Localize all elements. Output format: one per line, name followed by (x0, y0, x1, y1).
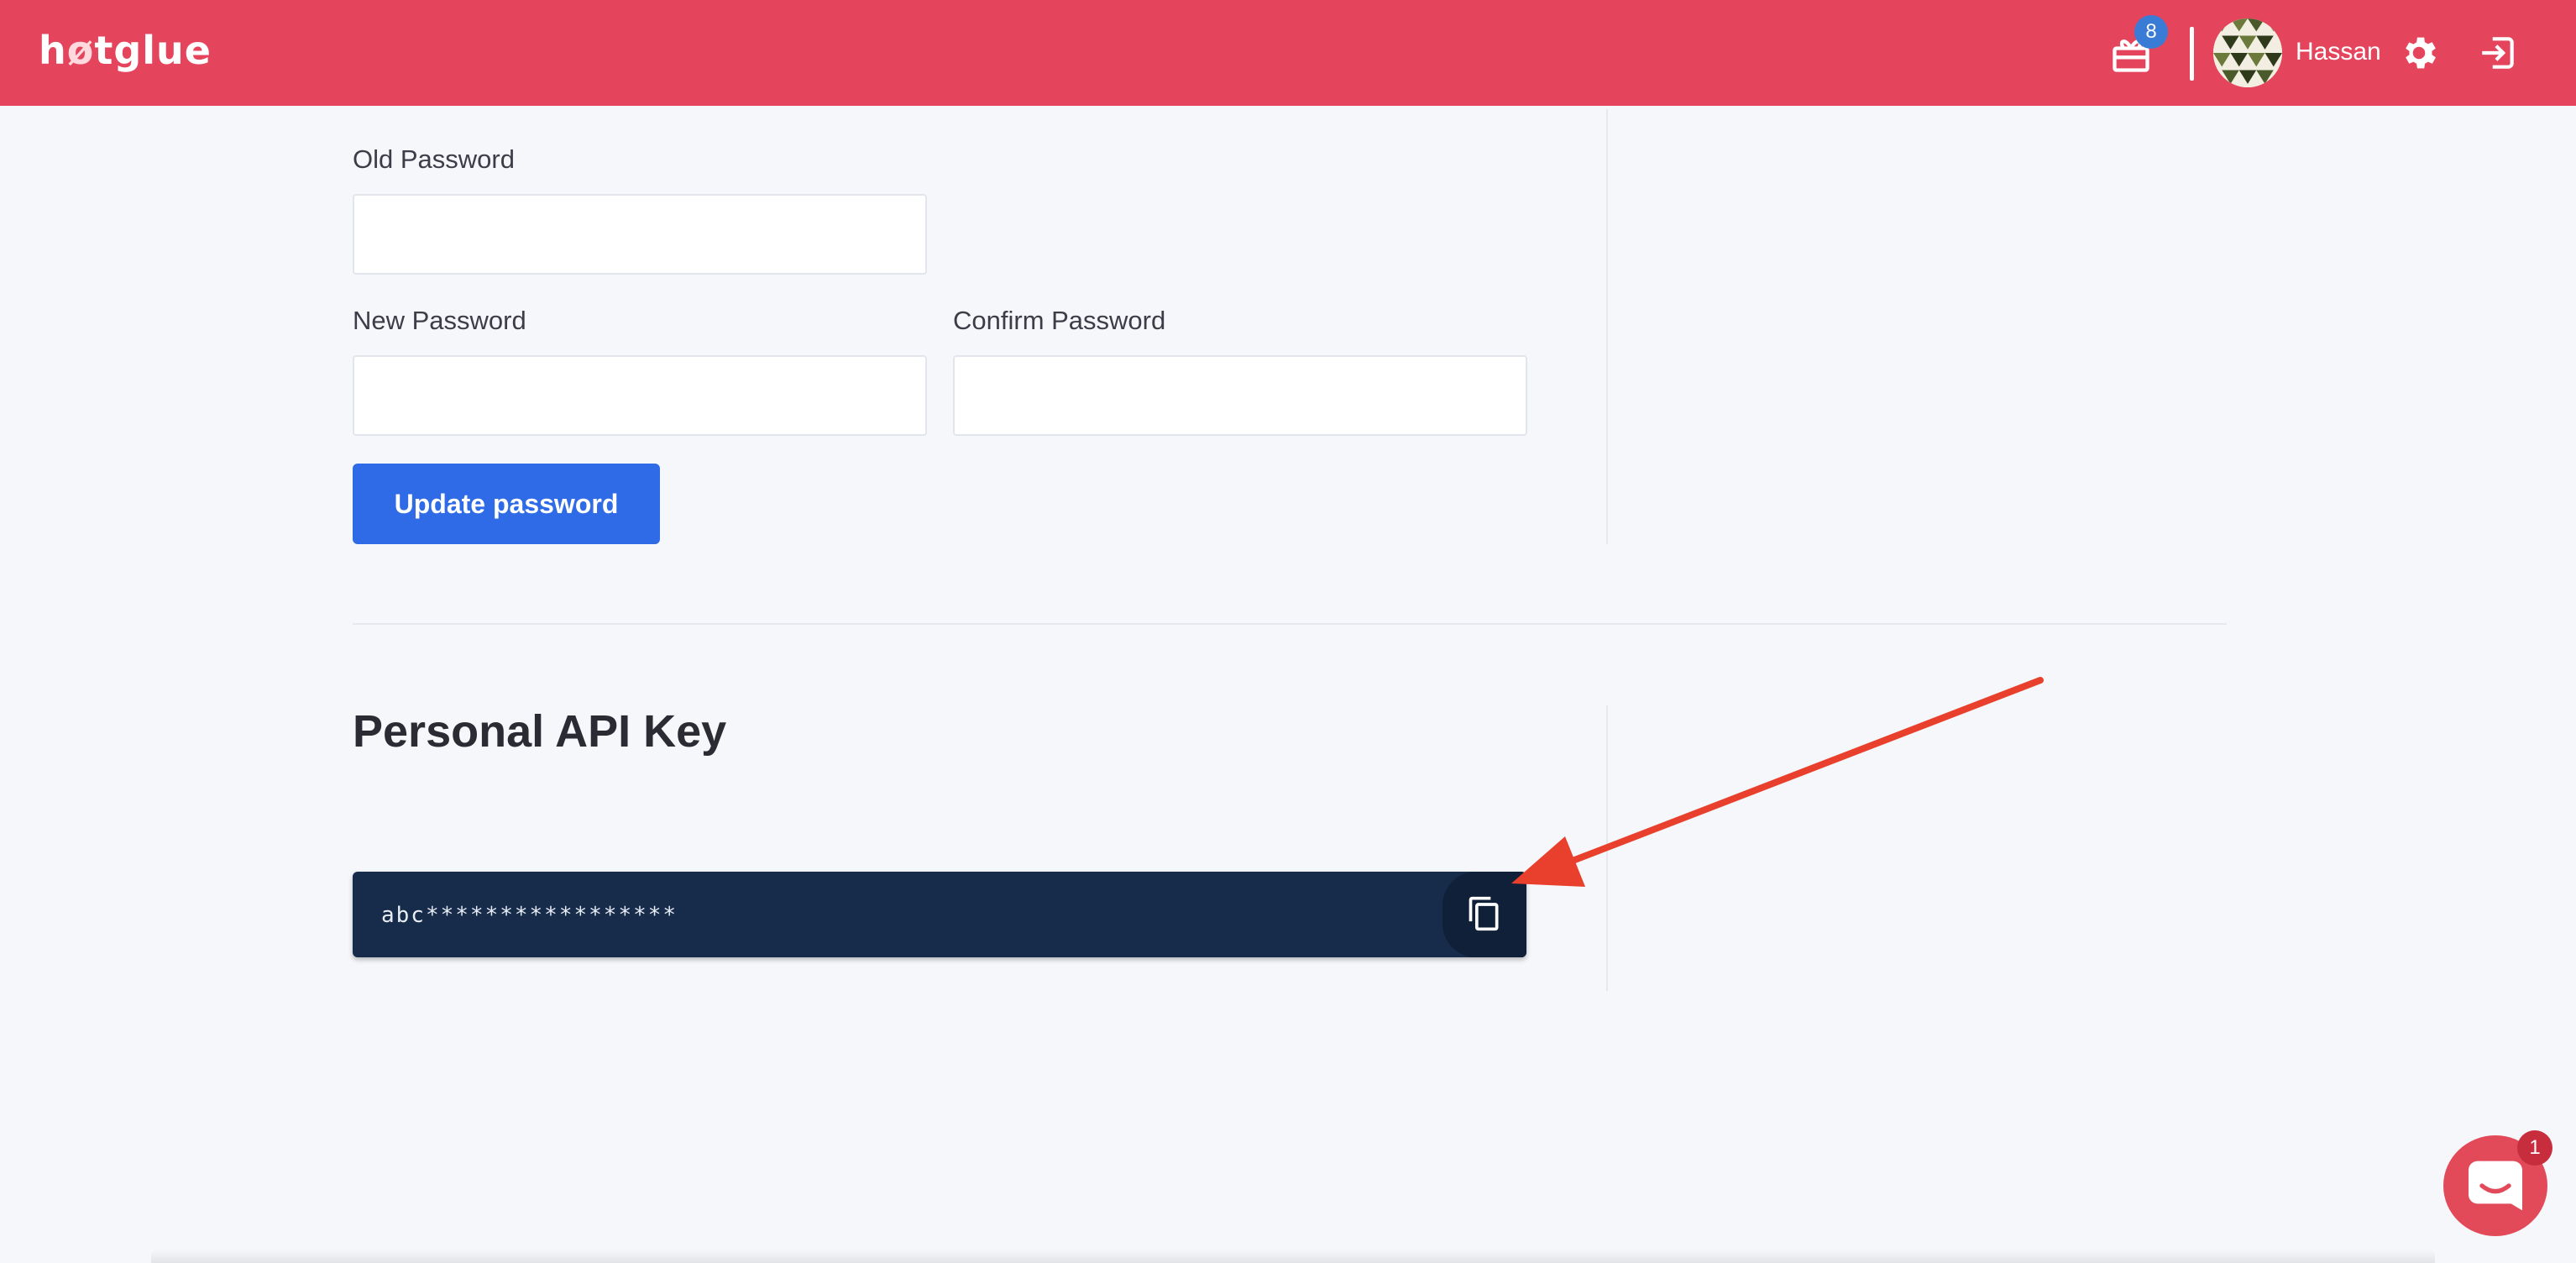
username-label[interactable]: Hassan (2296, 35, 2381, 69)
confirm-password-label: Confirm Password (953, 306, 1166, 335)
new-password-label: New Password (353, 306, 526, 335)
logo-text-start: h (39, 28, 67, 73)
chat-unread-badge[interactable]: 1 (2517, 1130, 2552, 1166)
update-password-button[interactable]: Update password (353, 464, 660, 544)
old-password-input[interactable] (353, 194, 927, 275)
logo-flame-glyph: ø (66, 28, 95, 73)
hotglue-logo[interactable]: høtglue (39, 25, 212, 76)
logo-text-end: tglue (94, 28, 212, 73)
confirm-password-input[interactable] (953, 355, 1527, 436)
bottom-panel-edge (151, 1250, 2435, 1263)
gear-icon[interactable] (2398, 32, 2440, 74)
section-divider-horizontal (353, 623, 2227, 625)
logout-icon[interactable] (2477, 32, 2519, 74)
avatar[interactable] (2213, 18, 2282, 87)
api-key-value[interactable]: abc***************** (381, 899, 678, 932)
annotation-arrow (1511, 677, 2044, 887)
api-key-section-title: Personal API Key (353, 706, 727, 757)
chat-icon (2469, 1161, 2522, 1211)
top-navigation-bar: høtglue 8 Hassan (0, 0, 2576, 106)
new-password-input[interactable] (353, 355, 927, 436)
api-key-box: abc***************** (353, 872, 1526, 957)
old-password-label: Old Password (353, 144, 515, 174)
header-divider (2190, 27, 2194, 81)
section-divider-vertical (1606, 109, 1608, 544)
notification-count-badge[interactable]: 8 (2134, 15, 2168, 49)
